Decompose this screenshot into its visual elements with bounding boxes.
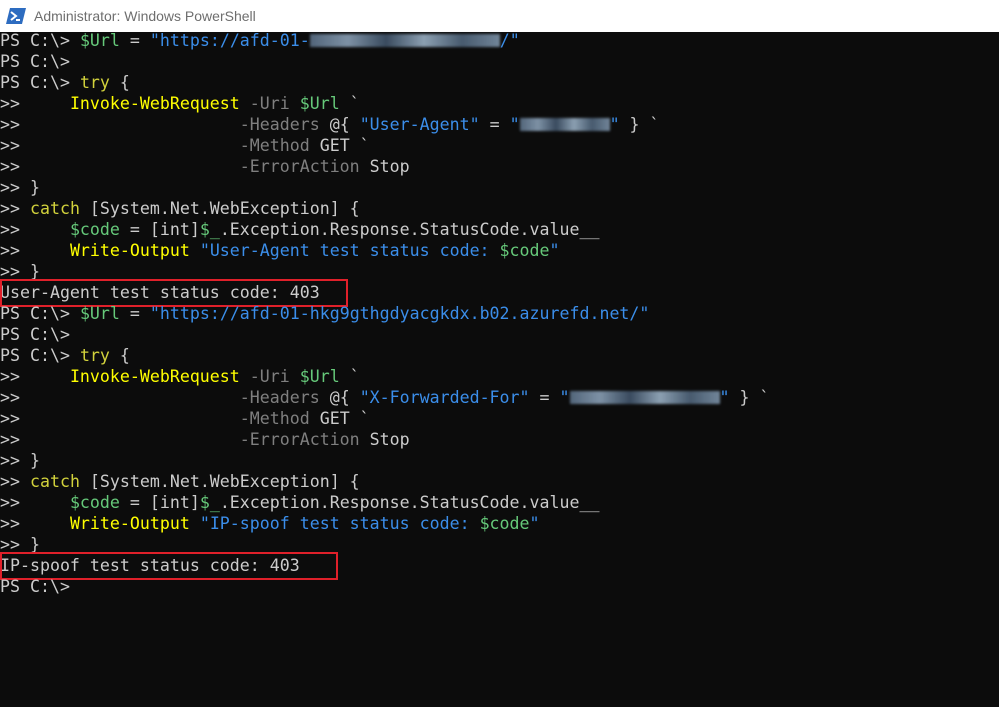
console-line: >> -Method GET ` [0,136,370,155]
console-line: PS C:\> $Url = "https://afd-01-hkg9gthgd… [0,304,650,323]
console-line: PS C:\> try { [0,73,130,92]
title-bar: Administrator: Windows PowerShell [0,0,999,32]
console-line: >> -Headers @{ "User-Agent" = " " } ` [0,115,660,134]
console-line: >> $code = [int]$_.Exception.Response.St… [0,493,600,512]
window-title: Administrator: Windows PowerShell [34,8,256,24]
console-line: PS C:\> [0,52,70,71]
console-line: PS C:\> $Url = "https://afd-01-/" [0,31,520,50]
console-line: PS C:\> [0,325,70,344]
console-line: >> -Method GET ` [0,409,370,428]
redacted-ip [569,391,720,404]
console-output[interactable]: PS C:\> $Url = "https://afd-01-/" PS C:\… [0,31,999,707]
console-line: >> Invoke-WebRequest -Uri $Url ` [0,367,360,386]
console-line: PS C:\> try { [0,346,130,365]
console-line: >> } [0,178,40,197]
console-line: >> Invoke-WebRequest -Uri $Url ` [0,94,360,113]
redacted-url [309,34,500,47]
redacted-user-agent [519,118,610,131]
console-prompt[interactable]: PS C:\> [0,576,70,597]
console-line: >> catch [System.Net.WebException] { [0,199,360,218]
console-line: >> -ErrorAction Stop [0,430,410,449]
powershell-icon [6,8,26,24]
console-line: >> catch [System.Net.WebException] { [0,472,360,491]
console-line: >> Write-Output "IP-spoof test status co… [0,514,540,533]
console-line: >> $code = [int]$_.Exception.Response.St… [0,220,600,239]
console-line: >> -ErrorAction Stop [0,157,410,176]
console-line: >> Write-Output "User-Agent test status … [0,241,560,260]
console-line: >> } [0,451,40,470]
console-line: >> -Headers @{ "X-Forwarded-For" = " " } … [0,388,770,407]
